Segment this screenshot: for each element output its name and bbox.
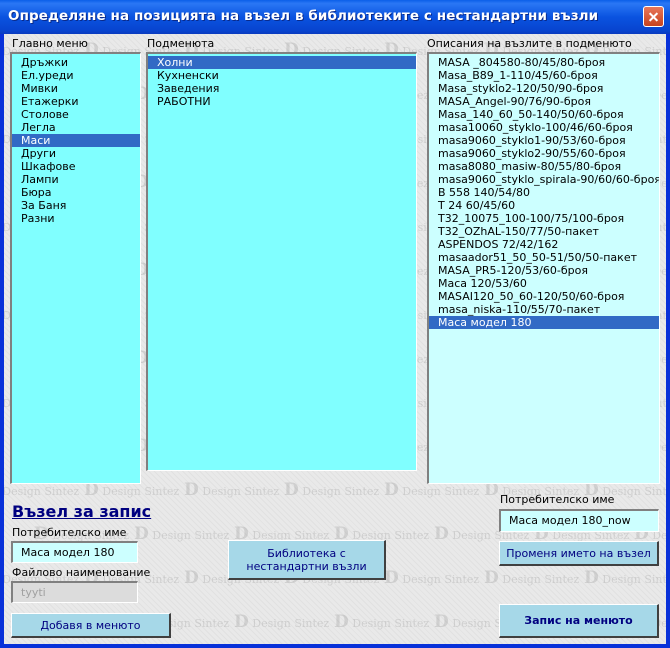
watermark-logo: D Design Sintez bbox=[184, 480, 280, 500]
main-menu-item[interactable]: Столове bbox=[12, 108, 140, 121]
main-menu-item[interactable]: Етажерки bbox=[12, 95, 140, 108]
dialog-body: D Design SintezD Design SintezD Design S… bbox=[4, 34, 666, 644]
window-title: Определяне на позицията на възел в библи… bbox=[8, 8, 599, 24]
main-menu-list[interactable]: Дръжки Ел.уреди Мивки Етажерки Столове Легла М… bbox=[10, 52, 141, 484]
description-item[interactable]: T32_OZhAL-150/77/50-пакет bbox=[429, 225, 659, 238]
description-item[interactable]: ASPENDOS 72/42/162 bbox=[429, 238, 659, 251]
submenu-item[interactable]: РАБОТНИ bbox=[148, 95, 416, 108]
description-item[interactable]: B 558 140/54/80 bbox=[429, 186, 659, 199]
description-item[interactable]: masa9060_styklo_spirala-90/60/60-броя bbox=[429, 173, 659, 186]
watermark-logo: D Design Sintez bbox=[284, 480, 380, 500]
description-item[interactable]: Masa_styklo2-120/50/90-броя bbox=[429, 82, 659, 95]
watermark-logo: D Design Sintez bbox=[584, 568, 666, 588]
submenu-label: Подменюта bbox=[147, 37, 215, 50]
main-menu-item[interactable]: Лампи bbox=[12, 173, 140, 186]
record-node-heading: Възел за запис bbox=[12, 502, 152, 521]
descriptions-list[interactable]: MASA _804580-80/45/80-броя Masa_B89_1-110… bbox=[427, 52, 660, 484]
watermark-logo: D Design Sintez bbox=[134, 524, 230, 544]
description-item[interactable]: masa9060_styklo1-90/53/60-броя bbox=[429, 134, 659, 147]
description-item[interactable]: MASA_Angel-90/76/90-броя bbox=[429, 95, 659, 108]
main-menu-item[interactable]: За Баня bbox=[12, 199, 140, 212]
main-menu-item[interactable]: Дръжки bbox=[12, 56, 140, 69]
description-item[interactable]: MASA _804580-80/45/80-броя bbox=[429, 56, 659, 69]
username-field[interactable]: Маса модел 180 bbox=[11, 541, 138, 563]
main-menu-item[interactable]: Легла bbox=[12, 121, 140, 134]
description-item[interactable]: masa_niska-110/55/70-пакет bbox=[429, 303, 659, 316]
submenu-item[interactable]: Кухненски bbox=[148, 69, 416, 82]
description-item[interactable]: MASA_PR5-120/53/60-броя bbox=[429, 264, 659, 277]
dialog-window: Определяне на позицията на възел в библи… bbox=[0, 0, 670, 648]
description-item[interactable]: Маса модел 180 bbox=[429, 316, 659, 329]
title-bar[interactable]: Определяне на позицията на възел в библи… bbox=[0, 0, 670, 34]
description-item[interactable]: Masa_140_60_50-140/50/60-броя bbox=[429, 108, 659, 121]
add-to-menu-button[interactable]: Добавя в менюто bbox=[11, 613, 171, 638]
submenu-item[interactable]: Холни bbox=[148, 56, 416, 69]
watermark-logo: D Design Sintez bbox=[334, 612, 430, 632]
description-item[interactable]: MASAI120_50_60-120/50/60-броя bbox=[429, 290, 659, 303]
save-menu-button[interactable]: Запис на менюто bbox=[499, 604, 659, 638]
filename-label: Файлово наименование bbox=[12, 566, 151, 579]
filename-field: tyyti bbox=[11, 581, 138, 603]
description-item[interactable]: masa9060_styklo2-90/55/60-броя bbox=[429, 147, 659, 160]
main-menu-item[interactable]: Мивки bbox=[12, 82, 140, 95]
watermark-logo: D Design Sintez bbox=[234, 612, 330, 632]
descriptions-label: Описания на възлите в подменюто bbox=[427, 37, 632, 50]
main-menu-item[interactable]: Маси bbox=[12, 134, 140, 147]
main-menu-label: Главно меню bbox=[12, 37, 88, 50]
username-label: Потребителско име bbox=[12, 526, 127, 539]
submenu-item[interactable]: Заведения bbox=[148, 82, 416, 95]
main-menu-item[interactable]: Разни bbox=[12, 212, 140, 225]
description-item[interactable]: Маса 120/53/60 bbox=[429, 277, 659, 290]
main-menu-item[interactable]: Ел.уреди bbox=[12, 69, 140, 82]
description-item[interactable]: Masa_B89_1-110/45/60-броя bbox=[429, 69, 659, 82]
rename-button[interactable]: Променя името на възел bbox=[499, 541, 659, 566]
library-button[interactable]: Библиотека с нестандартни възли bbox=[228, 540, 386, 580]
description-item[interactable]: T32_10075_100-100/75/100-броя bbox=[429, 212, 659, 225]
watermark-logo: D Design Sintez bbox=[484, 568, 580, 588]
close-button[interactable] bbox=[643, 6, 664, 27]
main-menu-item[interactable]: Други bbox=[12, 147, 140, 160]
main-menu-item[interactable]: Бюра bbox=[12, 186, 140, 199]
description-item[interactable]: masaador51_50_50-51/50/50-пакет bbox=[429, 251, 659, 264]
description-item[interactable]: masa10060_styklo-100/46/60-броя bbox=[429, 121, 659, 134]
main-menu-item[interactable]: Шкафове bbox=[12, 160, 140, 173]
submenu-list[interactable]: Холни Кухненски Заведения РАБОТНИ bbox=[146, 52, 417, 471]
description-item[interactable]: masa8080_masiw-80/55/80-броя bbox=[429, 160, 659, 173]
description-item[interactable]: T 24 60/45/60 bbox=[429, 199, 659, 212]
right-username-field[interactable]: Маса модел 180_now bbox=[499, 509, 659, 532]
watermark-logo: D Design Sintez bbox=[384, 568, 480, 588]
right-username-label: Потребителско име bbox=[500, 493, 615, 506]
